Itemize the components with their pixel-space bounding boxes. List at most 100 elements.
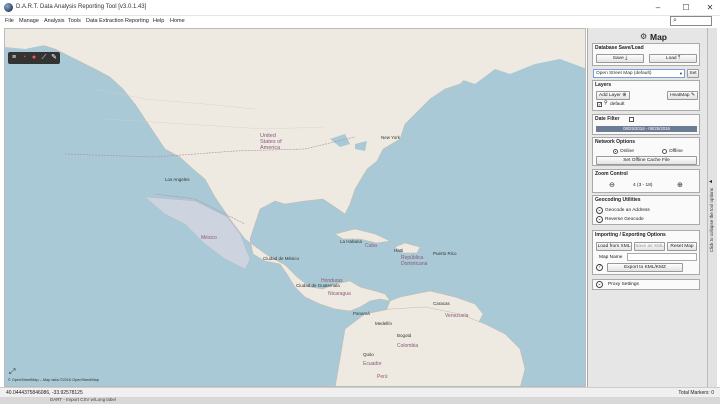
default-layer-label: default xyxy=(610,102,625,107)
menu-reporting[interactable]: Reporting xyxy=(125,18,149,24)
menu-tools[interactable]: Tools xyxy=(68,18,81,24)
import-export-title: Importing / Exporting Options xyxy=(595,232,666,238)
proxy-group: ⌄ Proxy Settings xyxy=(592,279,700,290)
add-layer-button[interactable]: Add Layer ⊕ xyxy=(596,91,630,100)
heatmap-label: HeatMap xyxy=(670,93,690,98)
menu-bar: File Manage Analysis Tools Data Extracti… xyxy=(0,16,720,28)
plus-icon: ⊕ xyxy=(622,93,627,98)
date-filter-group: Date Filter 08/25/2016 - 08/25/2016 xyxy=(592,114,700,135)
proxy-settings-label[interactable]: Proxy Settings xyxy=(608,282,639,287)
geocoding-group: Geocoding Utilities ⌄ Geocode an Address… xyxy=(592,195,700,225)
online-radio[interactable] xyxy=(613,149,618,154)
date-filter-checkbox[interactable] xyxy=(629,117,634,122)
collapse-panel-label: Click to collapse the tool options xyxy=(709,188,714,253)
map-label-los-angeles: Los Angeles xyxy=(165,177,190,182)
menu-home[interactable]: Home xyxy=(170,18,185,24)
map-label-habana: La Habana xyxy=(340,239,363,244)
map-name-input[interactable] xyxy=(627,253,697,261)
search-icon: ⌕ xyxy=(673,17,677,24)
zoom-out-icon[interactable]: ⊖ xyxy=(609,181,615,189)
expand-geocode-icon[interactable]: ⌄ xyxy=(596,207,603,214)
map-style-value: Open Street Map (default) xyxy=(596,71,652,76)
load-xml-button[interactable]: Load from XML xyxy=(596,242,632,251)
maximize-button[interactable]: ☐ xyxy=(674,2,698,14)
zoom-in-icon[interactable]: ⊕ xyxy=(677,181,683,189)
reset-map-button[interactable]: Reset Map xyxy=(667,242,697,251)
map-label-quito: Quito xyxy=(363,352,374,357)
coordinate-readout: 40.0444375846086, -33.92578125 xyxy=(6,390,83,396)
status-bar: 40.0444375846086, -33.92578125 Total Mar… xyxy=(0,387,720,397)
title-bar: D.A.R.T. Data Analysis Reporting Tool [v… xyxy=(0,0,720,16)
default-layer-checkbox[interactable]: ✓ xyxy=(597,102,602,107)
save-xml-button[interactable]: Save as XML xyxy=(634,242,665,251)
save-label: Save xyxy=(612,56,624,61)
map-label-bogota: Bogotá xyxy=(397,333,412,338)
zoom-level: 4 (3 - 18) xyxy=(633,183,653,188)
zoom-title: Zoom Control xyxy=(595,171,628,177)
download-icon: ⤓ xyxy=(625,56,628,61)
menu-data-extraction[interactable]: Data Extraction xyxy=(86,18,124,24)
date-filter-title: Date Filter xyxy=(595,116,620,122)
taskbar-strip: DART - Import CSV w/Long label xyxy=(0,397,720,404)
geocode-address-label[interactable]: Geocode an Address xyxy=(605,208,650,213)
map-label-dominicana: República Dominicana xyxy=(401,255,428,267)
help-icon[interactable]: ? xyxy=(596,264,603,271)
app-logo-icon xyxy=(4,3,13,12)
map-label-panama: Panamá xyxy=(353,311,370,316)
save-button[interactable]: Save ⤓ xyxy=(596,54,644,63)
close-button[interactable]: ✕ xyxy=(698,2,720,14)
fullscreen-icon[interactable]: ⤢ xyxy=(9,367,18,376)
search-input[interactable]: ⌕ xyxy=(670,16,712,26)
taskbar-text: DART - Import CSV w/Long label xyxy=(50,397,116,402)
add-layer-label: Add Layer xyxy=(599,93,621,98)
map-label-nicaragua: Nicaragua xyxy=(328,291,351,297)
expand-reverse-icon[interactable]: ⌄ xyxy=(596,216,603,223)
map-label-colombia: Colombia xyxy=(397,343,419,349)
zoom-group: Zoom Control ⊖ 4 (3 - 18) ⊕ xyxy=(592,169,700,193)
offline-cache-button[interactable]: Set Offline Cache File xyxy=(596,156,697,165)
menu-manage[interactable]: Manage xyxy=(19,18,39,24)
offline-label: Offline xyxy=(669,149,683,154)
minimize-button[interactable]: – xyxy=(646,2,670,14)
reverse-geocode-label[interactable]: Reverse Geocode xyxy=(605,217,644,222)
load-button[interactable]: Load ⤒ xyxy=(649,54,697,63)
set-button[interactable]: Set xyxy=(687,69,699,78)
map-view[interactable]: United States of America México New York… xyxy=(4,28,586,387)
map-label-new-york: New York xyxy=(381,135,401,140)
menu-file[interactable]: File xyxy=(5,18,14,24)
pie-chart-icon[interactable]: ◔ xyxy=(20,54,28,62)
chevron-down-icon: ▾ xyxy=(679,71,682,76)
geocoding-title: Geocoding Utilities xyxy=(595,197,641,203)
map-name-label: Map Name xyxy=(599,255,623,260)
offline-radio[interactable] xyxy=(662,149,667,154)
expand-proxy-icon[interactable]: ⌄ xyxy=(596,281,603,288)
map-label-ciudad-mexico: Ciudad de México xyxy=(263,256,300,261)
line-tool-icon[interactable]: ⟋ xyxy=(40,54,48,62)
load-label: Load xyxy=(665,56,677,61)
map-label-peru: Perú xyxy=(377,374,388,380)
map-style-select[interactable]: Open Street Map (default) ▾ xyxy=(593,69,685,78)
map-label-medellin: Medellín xyxy=(375,321,393,326)
menu-analysis[interactable]: Analysis xyxy=(44,18,64,24)
pencil-icon[interactable]: ✎ xyxy=(50,54,58,62)
marker-icon[interactable]: ● xyxy=(30,54,38,62)
collapse-arrow-icon: ◂ xyxy=(709,179,713,185)
collapse-panel-tab[interactable]: ◂ Click to collapse the tool options xyxy=(707,28,717,387)
heatmap-button[interactable]: HeatMap ✎ xyxy=(667,91,698,100)
panel-header: ⚙ Map Controls xyxy=(588,30,700,52)
upload-icon: ⤒ xyxy=(677,56,681,61)
map-label-venezuela: Venezuela xyxy=(445,313,469,319)
export-kml-button[interactable]: Export to KML/KMZ xyxy=(607,263,683,272)
map-label-mexico: México xyxy=(201,235,217,241)
map-label-cuba: Cuba xyxy=(365,243,377,249)
layer-marker-icon: ⚲ xyxy=(604,101,608,106)
menu-help[interactable]: Help xyxy=(153,18,164,24)
map-label-ecuador: Ecuador xyxy=(363,361,382,367)
layers-group: Layers Add Layer ⊕ HeatMap ✎ ✓ ⚲ default xyxy=(592,80,700,111)
database-title: Database Save/Load xyxy=(595,45,644,51)
map-label-honduras: Honduras xyxy=(321,278,343,284)
date-range-slider[interactable]: 08/25/2016 - 08/25/2016 xyxy=(596,126,697,132)
layers-icon[interactable]: ≡ xyxy=(10,54,18,62)
map-label-haiti: Haïti xyxy=(394,248,404,253)
total-markers: Total Markers: 0 xyxy=(678,390,714,396)
